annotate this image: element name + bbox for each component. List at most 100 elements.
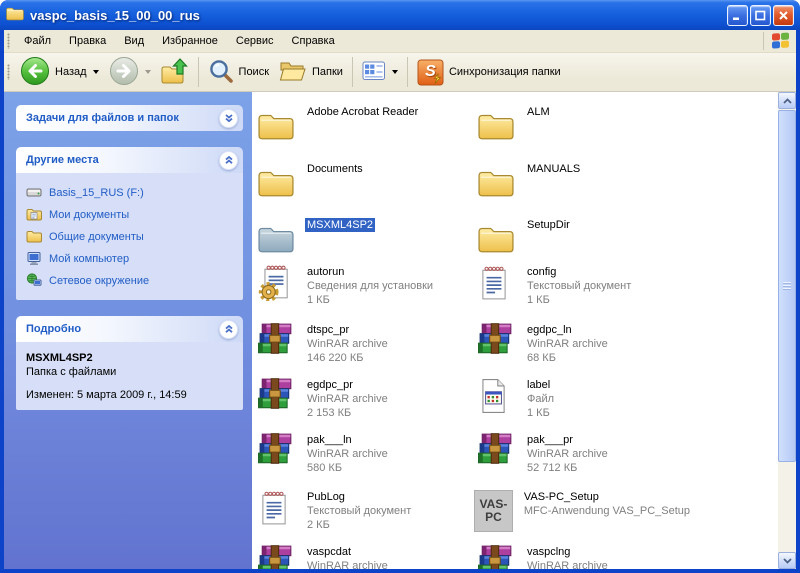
file-item[interactable]: pak___ln WinRAR archive 580 КБ: [258, 433, 472, 487]
menu-bar: Файл Правка Вид Избранное Сервис Справка: [4, 30, 796, 53]
file-type: WinRAR archive: [305, 559, 390, 569]
file-item[interactable]: PubLog Текстовый документ 2 КБ: [258, 490, 472, 544]
chevron-down-icon[interactable]: [219, 109, 238, 128]
details-panel-header[interactable]: Подробно: [16, 316, 243, 342]
file-item[interactable]: VAS- PC VAS-PC_Setup MFC-Anwendung VAS_P…: [478, 490, 692, 544]
file-name: Adobe Acrobat Reader: [305, 105, 420, 119]
winrar-archive-icon: [258, 545, 294, 569]
file-item[interactable]: dtspc_pr WinRAR archive 146 220 КБ: [258, 323, 472, 377]
up-folder-icon: [161, 57, 189, 88]
menu-edit[interactable]: Правка: [60, 32, 115, 50]
place-link-network[interactable]: Сетевое окружение: [26, 270, 237, 292]
file-item[interactable]: egdpc_ln WinRAR archive 68 КБ: [478, 323, 692, 377]
my-computer-icon: [26, 250, 42, 269]
file-item[interactable]: vaspclng WinRAR archive: [478, 545, 692, 569]
file-item[interactable]: vaspcdat WinRAR archive: [258, 545, 472, 569]
file-type: WinRAR archive: [525, 337, 610, 351]
back-dropdown-icon: [93, 70, 99, 74]
menubar-grip-handle[interactable]: [7, 33, 10, 49]
file-item[interactable]: SetupDir: [478, 218, 692, 258]
place-link-drive[interactable]: Basis_15_RUS (F:): [26, 182, 237, 204]
file-name: MANUALS: [525, 162, 582, 176]
file-tasks-panel: Задачи для файлов и папок: [16, 105, 243, 131]
file-size: 2 153 КБ: [305, 406, 390, 420]
scroll-up-button[interactable]: [778, 92, 796, 109]
file-name: pak___ln: [305, 433, 354, 447]
other-places-panel-title: Другие места: [26, 154, 99, 166]
menu-favorites[interactable]: Избранное: [153, 32, 227, 50]
place-link-my-documents[interactable]: Мои документы: [26, 204, 237, 226]
maximize-button[interactable]: [750, 5, 771, 26]
file-item[interactable]: MANUALS: [478, 162, 692, 202]
file-item[interactable]: Adobe Acrobat Reader: [258, 105, 472, 145]
file-item[interactable]: ALM: [478, 105, 692, 145]
folder-icon: [478, 166, 514, 198]
folders-icon: [279, 59, 307, 86]
close-button[interactable]: [773, 5, 794, 26]
menu-help[interactable]: Справка: [283, 32, 344, 50]
forward-button[interactable]: [104, 54, 156, 91]
file-name: egdpc_pr: [305, 378, 355, 392]
toolbar-separator: [198, 57, 199, 87]
vaspc-application-icon: VAS- PC: [474, 490, 513, 532]
back-label: Назад: [55, 66, 87, 78]
toolbar-separator: [407, 57, 408, 87]
file-name: SetupDir: [525, 218, 572, 232]
file-size: 1 КБ: [525, 293, 633, 307]
place-link-shared-documents[interactable]: Общие документы: [26, 226, 237, 248]
folder-icon: [258, 109, 294, 141]
file-size: 52 712 КБ: [525, 461, 610, 475]
file-item[interactable]: pak___pr WinRAR archive 52 712 КБ: [478, 433, 692, 487]
other-places-panel-header[interactable]: Другие места: [16, 147, 243, 173]
file-name: autorun: [305, 265, 346, 279]
vertical-scrollbar[interactable]: [778, 92, 796, 569]
file-item[interactable]: label Файл 1 КБ: [478, 378, 692, 432]
explorer-window: vaspc_basis_15_00_00_rus Файл Правка Вид…: [0, 0, 800, 573]
file-item[interactable]: autorun Сведения для установки 1 КБ: [258, 265, 472, 319]
file-tasks-panel-header[interactable]: Задачи для файлов и папок: [16, 105, 243, 131]
file-list-area[interactable]: Adobe Acrobat Reader ALM Documents MANUA…: [252, 92, 796, 569]
back-button[interactable]: Назад: [15, 54, 104, 91]
back-icon: [20, 56, 50, 89]
file-size: 580 КБ: [305, 461, 390, 475]
up-button[interactable]: [156, 55, 194, 90]
scrollbar-thumb[interactable]: [778, 110, 796, 462]
toolbar-separator: [352, 57, 353, 87]
menu-view[interactable]: Вид: [115, 32, 153, 50]
menu-tools[interactable]: Сервис: [227, 32, 283, 50]
file-name: config: [525, 265, 558, 279]
minimize-button[interactable]: [727, 5, 748, 26]
sync-button[interactable]: S Синхронизация папки: [412, 57, 566, 88]
details-panel-body: MSXML4SP2 Папка с файлами Изменен: 5 мар…: [16, 342, 243, 410]
file-item[interactable]: config Текстовый документ 1 КБ: [478, 265, 692, 319]
search-icon: [208, 58, 234, 87]
file-item-selected[interactable]: MSXML4SP2: [258, 218, 472, 258]
text-document-icon: [478, 265, 514, 301]
menu-file[interactable]: Файл: [15, 32, 60, 50]
file-type: MFC-Anwendung VAS_PC_Setup: [522, 504, 692, 518]
scroll-down-button[interactable]: [778, 552, 796, 569]
place-link-my-computer[interactable]: Мой компьютер: [26, 248, 237, 270]
file-size: 1 КБ: [525, 406, 556, 420]
file-type: WinRAR archive: [525, 447, 610, 461]
details-modified-date: Изменен: 5 марта 2009 г., 14:59: [26, 388, 237, 402]
file-name: PubLog: [305, 490, 347, 504]
file-tasks-panel-title: Задачи для файлов и папок: [26, 112, 179, 124]
file-type: Текстовый документ: [305, 504, 413, 518]
sync-label: Синхронизация папки: [449, 66, 561, 78]
folders-button[interactable]: Папки: [274, 57, 348, 88]
title-bar: vaspc_basis_15_00_00_rus: [0, 0, 800, 30]
window-title: vaspc_basis_15_00_00_rus: [30, 8, 200, 23]
chevron-up-icon[interactable]: [219, 151, 238, 170]
file-item[interactable]: egdpc_pr WinRAR archive 2 153 КБ: [258, 378, 472, 432]
search-button[interactable]: Поиск: [203, 56, 274, 89]
folder-icon: [258, 222, 294, 254]
place-label: Сетевое окружение: [49, 275, 149, 287]
toolbar-grip-handle[interactable]: [7, 64, 10, 80]
views-button[interactable]: [357, 58, 403, 87]
file-name: vaspclng: [525, 545, 572, 559]
file-name: ALM: [525, 105, 552, 119]
file-name: MSXML4SP2: [305, 218, 375, 232]
chevron-up-icon[interactable]: [219, 320, 238, 339]
file-item[interactable]: Documents: [258, 162, 472, 202]
